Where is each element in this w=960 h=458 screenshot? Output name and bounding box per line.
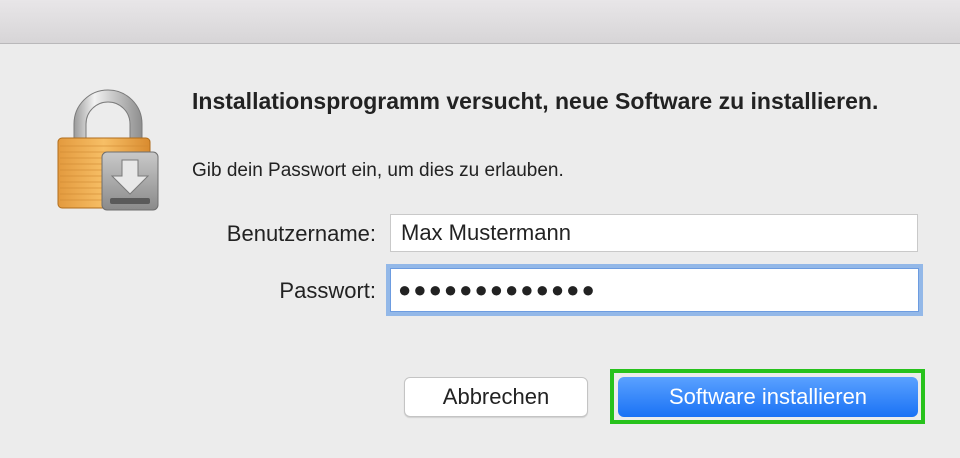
password-field[interactable]: ●●●●●●●●●●●●●	[386, 264, 923, 316]
password-label: Passwort:	[279, 278, 376, 303]
username-field[interactable]: Max Mustermann	[390, 214, 918, 252]
install-software-button[interactable]: Software installieren	[618, 377, 918, 417]
dialog-message: Gib dein Passwort ein, um dies zu erlaub…	[192, 160, 564, 181]
auth-dialog: Installationsprogramm versucht, neue Sof…	[0, 0, 960, 458]
dialog-title: Installationsprogramm versucht, neue Sof…	[192, 88, 879, 114]
username-label: Benutzername:	[226, 221, 376, 246]
title-bar[interactable]	[0, 0, 960, 44]
password-dots: ●●●●●●●●●●●●●	[398, 277, 597, 302]
cancel-button[interactable]: Abbrechen	[404, 377, 588, 417]
lock-installer-icon	[57, 89, 159, 211]
